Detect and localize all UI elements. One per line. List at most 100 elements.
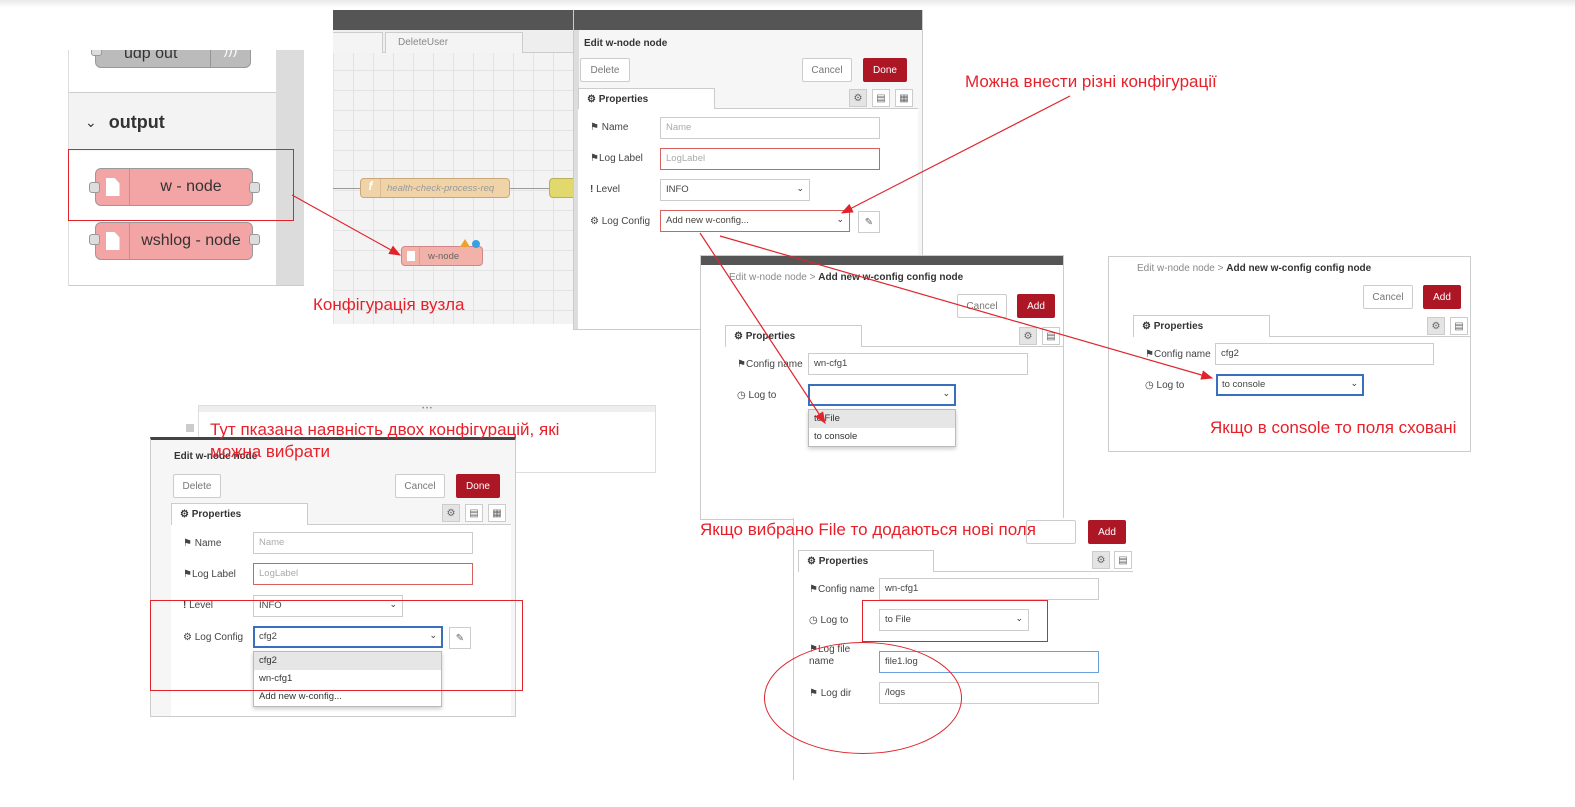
canvas-w-node[interactable]: w-node [401,246,483,266]
config-name-input[interactable]: wn-cfg1 [808,353,1028,375]
port [249,234,260,245]
pencil-icon[interactable]: ✎ [858,211,880,233]
tab-properties[interactable]: ⚙ Properties [1133,315,1270,337]
cancel-button[interactable]: Cancel [395,474,445,498]
changed-triangle-icon [460,239,470,247]
log-to-select[interactable]: ⌄ [808,384,956,406]
log-to-label: ◷ Log to [1145,380,1185,391]
cancel-button[interactable]: Cancel [957,294,1007,318]
next-node[interactable] [549,178,573,198]
chevron-down-icon: ⌄ [796,183,804,193]
label-text: Config name [817,584,875,595]
port [91,50,102,56]
wire [510,188,550,189]
label-text: Config name [745,359,803,370]
logconfig-select[interactable]: Add new w-config... ⌄ [660,210,850,232]
description-icon[interactable]: ▤ [1042,327,1060,345]
log-to-dropdown: to File to console [808,409,956,447]
done-button[interactable]: Done [863,58,907,82]
palette-node-wshlog-node[interactable]: wshlog - node [95,222,253,260]
panel-grip[interactable]: • • • [199,406,655,412]
palette-highlight-box [68,149,294,221]
chevron-down-icon: ⌄ [85,113,97,130]
description-icon[interactable]: ▤ [465,504,483,522]
breadcrumb: Edit w-node node > [1137,263,1224,274]
tab-properties[interactable]: ⚙ Properties [578,88,715,110]
appearance-icon[interactable]: ▦ [895,89,913,107]
tab-prev[interactable] [333,32,383,53]
done-button[interactable]: Done [456,474,500,498]
name-label: ⚑ Name [590,122,629,133]
tab-label: Properties [191,509,242,520]
level-label: ! Level [590,184,621,195]
add-button[interactable]: Add [1088,520,1126,544]
config-name-label: ⚑Config name [737,359,803,370]
chevron-down-icon: ⌄ [942,388,950,398]
cancel-button[interactable]: Cancel [802,58,852,82]
label-text: Log to [1156,380,1185,391]
label-text: Log Label [191,569,236,580]
header-bar [701,256,1063,265]
delete-button[interactable]: Delete [580,58,630,82]
name-label: ⚑ Name [183,538,222,549]
gear-icon[interactable]: ⚙ [849,89,867,107]
function-node[interactable]: f health-check-process-req [360,178,510,198]
header-bar [574,10,922,30]
gear-icon[interactable]: ⚙ [442,504,460,522]
category-label: output [108,111,165,132]
option-to-file[interactable]: to File [809,410,955,428]
name-input[interactable]: Name [253,532,473,554]
annotation-line: можна вибрати [210,442,330,461]
tray-title: Edit w-node node [584,38,668,49]
label-text: Log Config [601,216,651,227]
gear-icon[interactable]: ⚙ [1427,317,1445,335]
breadcrumb: Edit w-node node > [729,272,816,283]
annotation-different-configs: Можна внести різні конфігурації [965,72,1217,91]
appearance-icon[interactable]: ▦ [488,504,506,522]
gear-icon[interactable]: ⚙ [1019,327,1037,345]
file-icon [96,223,130,259]
loglabel-input[interactable]: LogLabel [660,148,880,170]
config-name-input[interactable]: cfg2 [1215,343,1434,365]
description-icon[interactable]: ▤ [872,89,890,107]
logconfig-highlight-box [150,600,523,691]
tab-deleteuser[interactable]: DeleteUser [385,32,523,53]
select-value: INFO [666,184,689,195]
delete-button[interactable]: Delete [173,474,221,498]
label-text: Log to [748,390,777,401]
tab-properties[interactable]: ⚙ Properties [171,503,308,525]
workspace-tabs: DeleteUser [333,30,573,53]
add-button[interactable]: Add [1423,285,1461,309]
annotation-file-new-fields: Якщо вибрано File то додаються нові поля [700,520,1036,539]
header-bar [333,10,573,30]
tab-label: Properties [598,94,649,105]
loglabel-input[interactable]: LogLabel [253,563,473,585]
select-value: Add new w-config... [666,215,749,226]
cancel-button[interactable]: Cancel [1363,285,1413,309]
log-to-select[interactable]: to console ⌄ [1216,374,1364,396]
tab-properties[interactable]: ⚙ Properties [798,550,934,572]
flow-workspace[interactable]: DeleteUser f health-check-process-req w-… [333,10,573,324]
tab-properties[interactable]: ⚙ Properties [725,325,862,347]
chevron-down-icon: ⌄ [1350,378,1358,388]
palette-node-udp-out[interactable]: udp out ))) [95,50,251,68]
config-name-input[interactable]: wn-cfg1 [879,578,1099,600]
log-to-label: ◷ Log to [809,615,849,626]
option-to-console[interactable]: to console [809,428,955,446]
name-input[interactable]: Name [660,117,880,139]
select-value: to console [1222,379,1266,390]
log-to-label: ◷ Log to [737,390,777,401]
gear-icon[interactable]: ⚙ [1092,551,1110,569]
wifi-icon: ))) [210,50,250,67]
description-icon[interactable]: ▤ [1114,551,1132,569]
palette-category-output[interactable]: ⌄ output [69,93,276,151]
config-tray-file: Edit w-node node > Add new w-config conf… [700,255,1064,520]
deploy-dot-icon [472,240,480,248]
description-icon[interactable]: ▤ [1450,317,1468,335]
log-fields-highlight-ellipse [764,642,962,754]
add-button[interactable]: Add [1017,294,1055,318]
label-text: Level [596,184,621,195]
annotation-console-hidden: Якщо в console то поля сховані [1210,418,1457,437]
log-to-highlight-box [862,600,1048,642]
level-select[interactable]: INFO ⌄ [660,179,810,201]
